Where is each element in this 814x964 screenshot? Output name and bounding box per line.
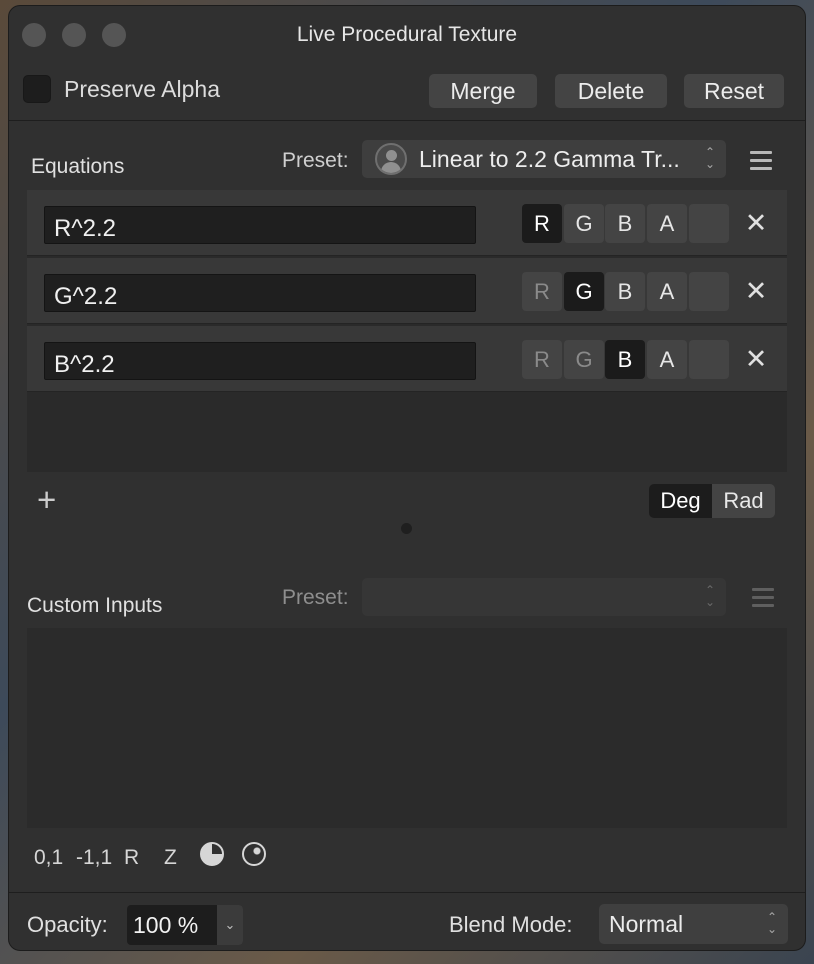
radians-toggle[interactable]: Rad xyxy=(712,484,775,518)
blend-mode-label: Blend Mode: xyxy=(449,912,573,937)
equations-preset-value: Linear to 2.2 Gamma Tr... xyxy=(419,146,680,172)
channel-a-toggle[interactable]: A xyxy=(647,272,687,311)
radial-dial-icon[interactable] xyxy=(242,842,266,866)
channel-r-toggle[interactable]: R xyxy=(522,340,562,379)
title-bar: Live Procedural Texture xyxy=(9,6,805,62)
chevron-down-icon[interactable]: ⌄ xyxy=(217,905,243,945)
equations-section-label: Equations xyxy=(31,155,125,178)
channel-g-toggle[interactable]: G xyxy=(564,340,604,379)
equations-list: R^2.2 R G B A ✕ G^2.2 R G B A ✕ B^2.2 R … xyxy=(27,190,787,472)
channel-blank-toggle[interactable] xyxy=(689,340,729,379)
channel-b-toggle[interactable]: B xyxy=(605,340,645,379)
up-down-stepper-icon: ⌃ ⌄ xyxy=(704,583,716,609)
add-equation-icon[interactable]: + xyxy=(37,481,56,519)
window-title: Live Procedural Texture xyxy=(296,23,518,46)
equations-preset-label: Preset: xyxy=(282,149,349,172)
merge-button[interactable]: Merge xyxy=(429,74,537,108)
opacity-label: Opacity: xyxy=(27,912,108,937)
equation-row: R^2.2 R G B A ✕ xyxy=(27,190,787,256)
equation-row: G^2.2 R G B A ✕ xyxy=(27,258,787,324)
pie-chart-icon[interactable] xyxy=(200,842,224,866)
user-preset-icon xyxy=(375,143,407,175)
preserve-alpha-checkbox[interactable] xyxy=(23,75,51,103)
channel-r-toggle[interactable]: R xyxy=(522,204,562,243)
channel-b-toggle[interactable]: B xyxy=(605,272,645,311)
channel-blank-toggle[interactable] xyxy=(689,204,729,243)
opacity-field[interactable]: 100 % ⌄ xyxy=(127,905,243,945)
equation-row: B^2.2 R G B A ✕ xyxy=(27,326,787,392)
blend-mode-value: Normal xyxy=(609,911,684,937)
equations-preset-select[interactable]: Linear to 2.2 Gamma Tr... ⌃ ⌄ xyxy=(362,140,726,178)
remove-equation-icon[interactable]: ✕ xyxy=(739,204,773,242)
split-handle[interactable] xyxy=(401,523,412,534)
add-integer-input-button[interactable]: Z xyxy=(164,846,177,870)
remove-equation-icon[interactable]: ✕ xyxy=(739,340,773,378)
preserve-alpha-label: Preserve Alpha xyxy=(64,75,220,102)
channel-r-toggle[interactable]: R xyxy=(522,272,562,311)
channel-blank-toggle[interactable] xyxy=(689,272,729,311)
opacity-value[interactable]: 100 % xyxy=(133,912,198,939)
live-procedural-texture-window: Live Procedural Texture Preserve Alpha M… xyxy=(8,5,806,951)
toolbar-separator xyxy=(9,120,805,121)
channel-a-toggle[interactable]: A xyxy=(647,204,687,243)
channel-a-toggle[interactable]: A xyxy=(647,340,687,379)
equation-input[interactable]: R^2.2 xyxy=(44,206,476,244)
custom-inputs-preset-select[interactable]: ⌃ ⌄ xyxy=(362,578,726,616)
remove-equation-icon[interactable]: ✕ xyxy=(739,272,773,310)
blend-mode-select[interactable]: Normal ⌃ ⌄ xyxy=(599,904,788,944)
custom-inputs-menu-icon[interactable] xyxy=(752,588,774,610)
equations-menu-icon[interactable] xyxy=(750,151,772,173)
channel-g-toggle[interactable]: G xyxy=(564,204,604,243)
up-down-stepper-icon: ⌃ ⌄ xyxy=(704,145,716,171)
degrees-toggle[interactable]: Deg xyxy=(649,484,712,518)
equation-input[interactable]: G^2.2 xyxy=(44,274,476,312)
delete-button[interactable]: Delete xyxy=(555,74,667,108)
custom-inputs-list xyxy=(27,628,787,828)
add-zero-one-input-button[interactable]: 0,1 xyxy=(34,846,63,870)
channel-b-toggle[interactable]: B xyxy=(605,204,645,243)
footer-separator xyxy=(9,892,805,893)
custom-inputs-preset-label: Preset: xyxy=(282,586,349,609)
up-down-stepper-icon: ⌃ ⌄ xyxy=(766,910,778,936)
equation-input[interactable]: B^2.2 xyxy=(44,342,476,380)
add-real-input-button[interactable]: R xyxy=(124,846,139,870)
custom-inputs-section-label: Custom Inputs xyxy=(27,594,163,617)
add-minus-one-one-input-button[interactable]: -1,1 xyxy=(76,846,112,870)
reset-button[interactable]: Reset xyxy=(684,74,784,108)
preserve-alpha-row[interactable]: Preserve Alpha xyxy=(23,74,220,104)
channel-g-toggle[interactable]: G xyxy=(564,272,604,311)
